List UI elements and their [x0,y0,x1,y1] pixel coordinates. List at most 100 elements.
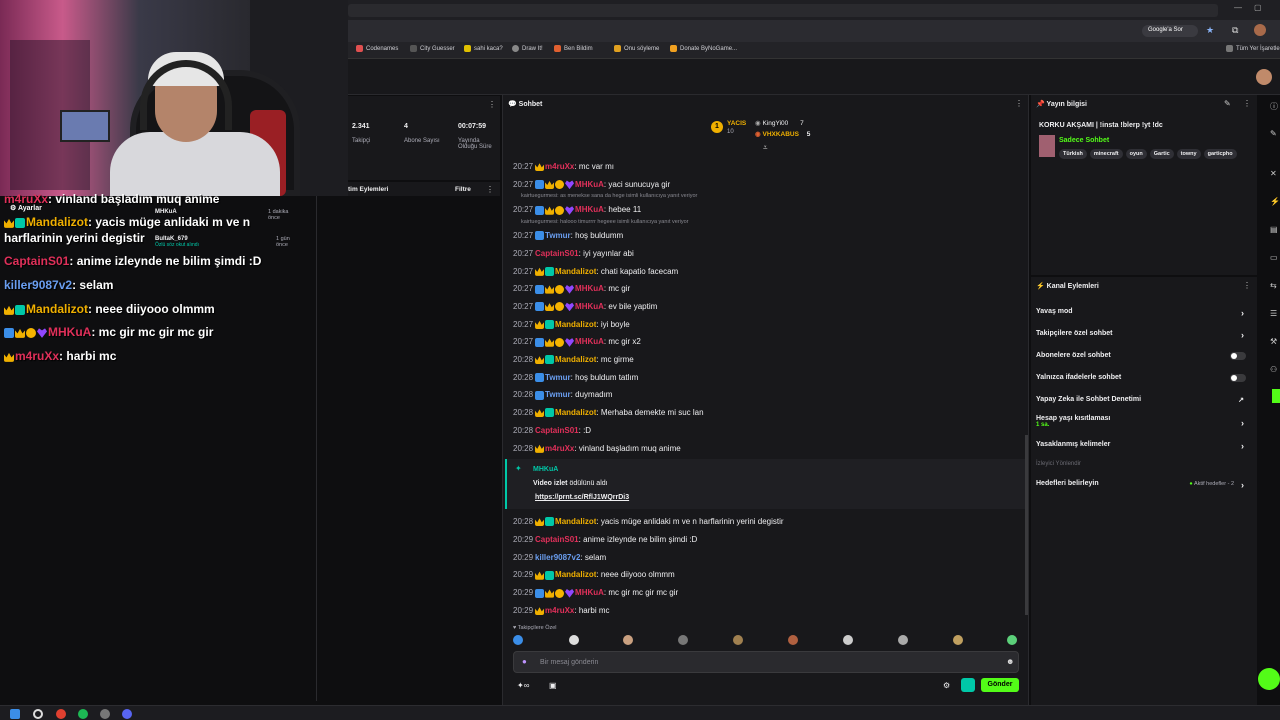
chat-message[interactable]: 20:28 m4ruXx: vinland başladım muq anime [513,444,681,453]
minimize-icon[interactable]: — [1234,3,1242,12]
more-options-icon[interactable]: ⋮ [1243,281,1251,290]
message-username[interactable]: Mandalizot [555,355,596,364]
chat-message[interactable]: 20:27 Mandalizot: iyi boyle [513,320,630,329]
emote-only-toggle[interactable] [1230,374,1246,382]
chat-message[interactable]: 20:28 Mandalizot: Merhaba demekte mi suc … [513,408,704,418]
bookmark-cityguesser[interactable]: City Guesser [410,45,455,52]
message-username[interactable]: CaptainS01 [535,249,579,258]
google-lens-button[interactable]: Google'a Sor [1142,25,1198,37]
chatter-avatar[interactable] [678,635,688,645]
chatter-avatar[interactable] [1007,635,1017,645]
message-username[interactable]: Mandalizot [555,320,596,329]
chat-message[interactable]: 20:28 Twmur: duymadım [513,390,612,400]
windows-start-icon[interactable] [10,709,20,719]
chat-message[interactable]: 20:28 CaptainS01: :D [513,426,591,435]
wrench-icon[interactable]: ⚒ [1270,337,1277,346]
message-username[interactable]: CaptainS01 [535,426,579,435]
chat-message[interactable]: 20:27 Twmur: hoş buldumm [513,231,623,241]
message-username[interactable]: MHKuA [575,180,604,189]
chatter-avatar[interactable] [733,635,743,645]
message-username[interactable]: CaptainS01 [535,535,579,544]
category-thumbnail[interactable] [1039,135,1055,157]
kick-logo-icon[interactable] [1258,668,1280,690]
message-username[interactable]: Mandalizot [555,517,596,526]
message-username[interactable]: Mandalizot [555,570,596,579]
goals-row[interactable]: Hedefleri belirleyin ● Aktif hedefler - … [1036,480,1252,490]
tag[interactable]: garticpho [1203,149,1237,159]
bookmark-benbildim[interactable]: Ben Bildim [554,45,593,52]
chatter-avatar[interactable] [569,635,579,645]
chat-icon[interactable]: ▭ [1270,253,1278,262]
chat-message[interactable]: 20:27 MHKuA: hebee 11 [513,205,641,215]
ai-moderation-row[interactable]: Yapay Zeka ile Sohbet Denetimi ↗ [1036,396,1252,404]
chatter-avatar[interactable] [513,635,523,645]
stream-category[interactable]: Sadece Sohbet [1059,137,1109,144]
message-username[interactable]: MHKuA [575,588,604,597]
leaderboard-entry[interactable]: ◉ VHXKABUS 5 [755,130,810,138]
tag[interactable]: towny [1176,149,1201,159]
message-username[interactable]: MHKuA [575,284,604,293]
extensions-icon[interactable]: ⧉ [1232,25,1238,36]
chat-scrollbar[interactable] [1025,435,1028,615]
chat-message[interactable]: 20:29 killer9087v2: selam [513,553,606,562]
bookmark-donate[interactable]: Donate ByNoGame... [670,45,737,52]
chat-message[interactable]: 20:27 MHKuA: ev bile yaptim [513,302,657,312]
steam-icon[interactable] [100,709,110,719]
chat-message[interactable]: 20:27 MHKuA: mc gir x2 [513,337,641,347]
chevron-down-icon[interactable]: ⩡ [763,143,768,153]
subscribers-only-row[interactable]: Abonelere özel sohbet [1036,352,1252,360]
chat-message[interactable]: 20:28 Twmur: hoş buldum tatlım [513,373,638,383]
channel-points-icon[interactable]: ✦∞ [517,681,529,690]
bookmark-onusoyleme[interactable]: Onu söyleme [614,45,659,52]
search-icon[interactable] [33,709,43,719]
chat-message[interactable]: 20:29 MHKuA: mc gir mc gir mc gir [513,588,678,598]
bookmark-all[interactable]: Tüm Yer İşaretle [1226,45,1280,52]
message-username[interactable]: killer9087v2 [535,553,580,562]
user-avatar[interactable] [1256,69,1272,85]
pencil-icon[interactable]: ✎ [1270,129,1277,138]
chat-message[interactable]: 20:29 m4ruXx: harbi mc [513,606,610,616]
edit-icon[interactable]: ✎ [1224,99,1231,108]
leaderboard-entry[interactable]: YACIS [727,120,746,127]
chat-message[interactable]: 20:27 m4ruXx: mc var mı [513,162,614,172]
message-username[interactable]: m4ruXx [545,444,574,453]
more-options-icon[interactable]: ⋮ [488,100,496,109]
maximize-icon[interactable]: ▢ [1254,3,1262,12]
message-username[interactable]: Twmur [545,390,571,399]
list-icon[interactable]: ☰ [1270,309,1277,318]
settings-button[interactable]: ⚙ Ayarlar [10,204,42,212]
chat-message[interactable]: 20:27 MHKuA: yaci sunucuya gir [513,180,670,190]
banned-words-row[interactable]: Yasaklanmış kelimeler › [1036,441,1252,451]
activity-item[interactable]: BultaK_679 Özlü söz okut alındı [155,236,199,248]
chat-settings-icon[interactable]: ⚙ [943,681,950,690]
chatter-avatar[interactable] [623,635,633,645]
discord-icon[interactable] [122,709,132,719]
chrome-icon[interactable] [56,709,66,719]
message-username[interactable]: MHKuA [575,337,604,346]
bookmark-drawit[interactable]: Draw It! [512,45,543,52]
message-username[interactable]: m4ruXx [545,162,574,171]
people-icon[interactable]: ⚇ [1270,365,1277,374]
bolt-icon[interactable]: ⚡ [1270,197,1280,206]
message-username[interactable]: MHKuA [575,302,604,311]
message-username[interactable]: Twmur [545,231,571,240]
message-username[interactable]: m4ruXx [545,606,574,615]
chat-message[interactable]: 20:27 Mandalizot: chati kapatio facecam [513,267,678,276]
emote-picker-icon[interactable]: ☻ [1006,657,1014,666]
activity-item[interactable]: MHKuA [155,209,177,215]
profile-avatar[interactable] [1254,24,1266,36]
message-username[interactable]: MHKuA [575,205,604,214]
bookmark-star-icon[interactable]: ★ [1206,25,1214,36]
message-username[interactable]: Twmur [545,373,571,382]
send-button[interactable]: Gönder [981,678,1019,692]
account-age-row[interactable]: Hesap yaşı kısıtlaması › 1 sa. [1036,415,1252,428]
emote-only-row[interactable]: Yalnızca ifadelerle sohbet [1036,374,1252,382]
chat-input[interactable]: ● Bir mesaj gönderin ☻ [513,651,1019,673]
slow-mode-row[interactable]: Yavaş mod › [1036,308,1252,318]
microphone-icon[interactable]: ● [522,657,527,666]
sparkle-icon[interactable] [961,678,975,692]
more-options-icon[interactable]: ⋮ [486,185,494,194]
tag[interactable]: Gartic [1149,149,1174,159]
arrows-icon[interactable]: ⇆ [1270,281,1277,290]
close-icon[interactable]: ✕ [1270,169,1277,178]
